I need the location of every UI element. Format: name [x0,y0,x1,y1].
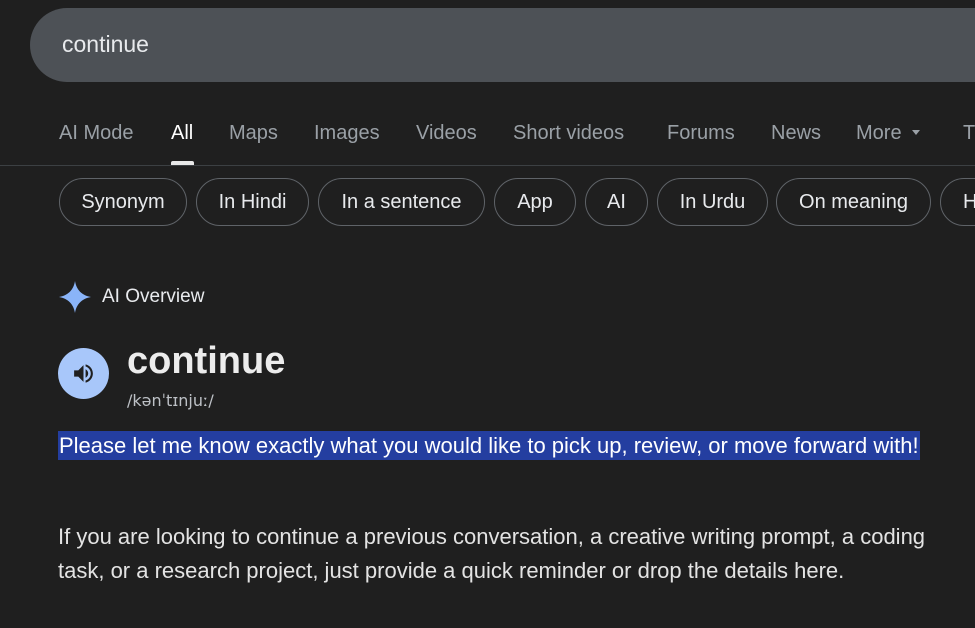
tab-images[interactable]: Images [314,122,380,145]
phonetic-spelling: /kənˈtɪnjuː/ [127,391,214,410]
tab-ai-mode[interactable]: AI Mode [59,122,133,145]
chevron-down-icon [911,130,920,135]
search-tabs: AI Mode All Maps Images Videos Short vid… [0,112,975,166]
chip-in-hindi[interactable]: In Hindi [196,178,309,226]
tab-more-label: More [856,122,902,144]
tab-forums[interactable]: Forums [667,122,735,145]
search-input[interactable] [60,30,664,59]
chip-truncated[interactable]: H [940,178,975,226]
refinement-chips: Synonym In Hindi In a sentence App AI In… [0,178,975,228]
highlighted-answer-text: Please let me know exactly what you woul… [58,431,920,460]
sparkle-icon [59,281,91,313]
chip-synonym[interactable]: Synonym [59,178,187,226]
tab-videos[interactable]: Videos [416,122,477,145]
ai-overview-title: AI Overview [102,286,205,307]
tab-tools[interactable]: T [963,122,975,145]
dictionary-word: continue [127,340,286,382]
pronunciation-button[interactable] [58,348,109,399]
overview-body: If you are looking to continue a previou… [58,524,926,583]
chip-app[interactable]: App [494,178,576,226]
chip-in-a-sentence[interactable]: In a sentence [318,178,485,226]
active-tab-indicator [171,161,194,165]
search-bar[interactable] [30,8,975,82]
chip-ai[interactable]: AI [585,178,648,226]
tab-news[interactable]: News [771,122,821,145]
chip-in-urdu[interactable]: In Urdu [657,178,768,226]
speaker-icon [74,364,93,383]
tab-more[interactable]: More [856,122,920,145]
tab-short-videos[interactable]: Short videos [513,122,624,145]
search-results-page: AI Mode All Maps Images Videos Short vid… [0,0,975,628]
tab-all[interactable]: All [171,122,193,145]
chip-on-meaning[interactable]: On meaning [776,178,931,226]
highlighted-answer: Please let me know exactly what you woul… [58,429,958,463]
tab-maps[interactable]: Maps [229,122,278,145]
